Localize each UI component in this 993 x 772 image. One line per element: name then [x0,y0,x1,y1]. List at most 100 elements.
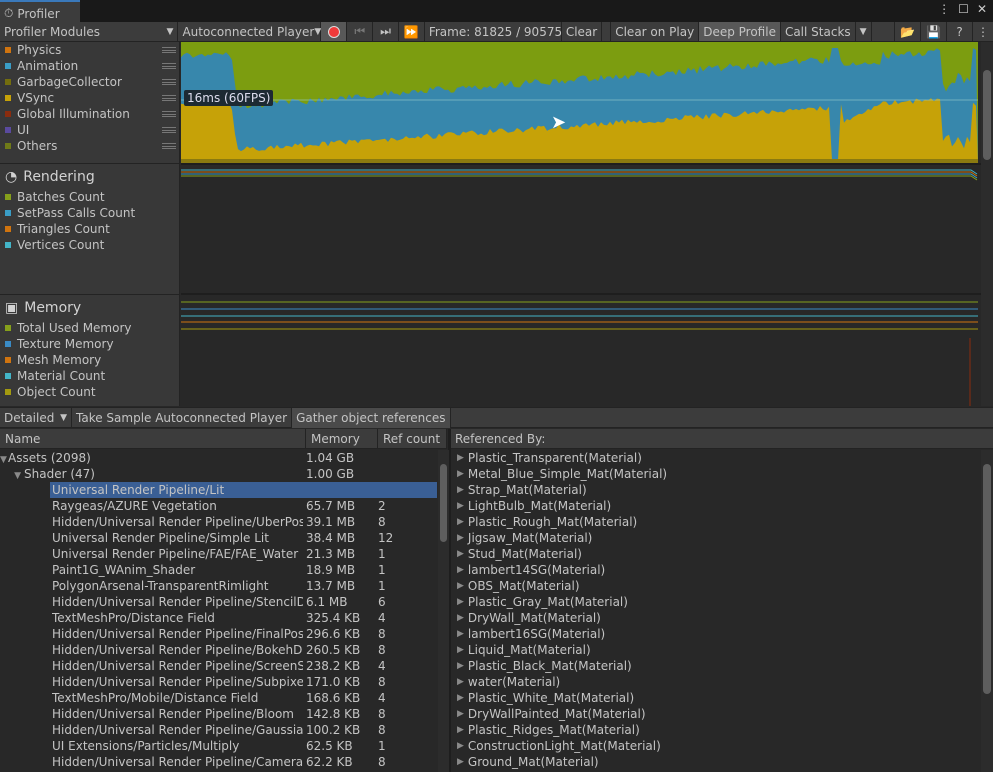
memory-module[interactable]: ▣ Memory Total Used Memory Texture Memory M… [0,296,180,406]
legend-item[interactable]: UI [0,122,180,138]
legend-item[interactable]: Batches Count [0,189,180,205]
refs-scrollbar[interactable] [981,450,993,772]
tree-scrollbar[interactable] [438,450,449,772]
legend-item[interactable]: Material Count [0,368,180,384]
table-row[interactable]: Raygeas/AZURE Vegetation 65.7 MB 2 [0,498,437,514]
call-stacks-dropdown[interactable]: ▼ [856,22,872,41]
table-row[interactable]: Hidden/Universal Render Pipeline/CameraM… [0,754,437,770]
reference-item[interactable]: ▶ DryWallPainted_Mat(Material) [457,706,646,722]
cpu-module[interactable]: Physics Animation GarbageCollector VSync Glo… [0,42,180,164]
column-memory[interactable]: Memory [306,429,378,449]
legend-item[interactable]: Others [0,138,180,154]
expand-arrow-icon[interactable]: ▶ [457,709,464,719]
reference-item[interactable]: ▶ ConstructionLight_Mat(Material) [457,738,661,754]
scroll-thumb[interactable] [440,464,447,542]
legend-item[interactable]: Texture Memory [0,336,180,352]
table-row[interactable]: Hidden/Universal Render Pipeline/Subpixe… [0,674,437,690]
legend-item[interactable]: SetPass Calls Count [0,205,180,221]
take-sample-button[interactable]: Take Sample Autoconnected Player [72,408,292,428]
table-row[interactable]: Hidden/Universal Render Pipeline/ScreenS… [0,658,437,674]
expand-arrow-icon[interactable]: ▶ [457,453,464,463]
table-row[interactable]: Hidden/Universal Render Pipeline/BokehDe… [0,642,437,658]
expand-arrow-icon[interactable]: ▶ [457,661,464,671]
reference-item[interactable]: ▶ Plastic_White_Mat(Material) [457,690,634,706]
legend-item[interactable]: Triangles Count [0,221,180,237]
table-row[interactable]: PolygonArsenal-TransparentRimlight 13.7 M… [0,578,437,594]
table-row[interactable]: UI Extensions/Particles/Multiply 62.5 KB 1 [0,738,437,754]
previous-frame-button[interactable]: ⏮ [347,22,373,41]
reference-item[interactable]: ▶ water(Material) [457,674,560,690]
reference-item[interactable]: ▶ Plastic_Black_Mat(Material) [457,658,632,674]
drag-handle-icon[interactable] [162,63,176,69]
clear-on-play-button[interactable]: Clear on Play [611,22,699,41]
scroll-thumb[interactable] [983,464,991,694]
legend-item[interactable]: Total Used Memory [0,320,180,336]
legend-item[interactable]: Physics [0,42,180,58]
expand-arrow-icon[interactable]: ▶ [457,549,464,559]
close-icon[interactable]: ✕ [977,2,987,16]
reference-item[interactable]: ▶ Metal_Blue_Simple_Mat(Material) [457,466,667,482]
table-row[interactable]: ▼ Shader (47) 1.00 GB [0,466,437,482]
reference-item[interactable]: ▶ lambert16SG(Material) [457,626,605,642]
reference-item[interactable]: ▶ Stud_Mat(Material) [457,546,582,562]
expand-arrow-icon[interactable]: ▶ [457,741,464,751]
expand-arrow-icon[interactable]: ▶ [457,485,464,495]
table-row[interactable]: Hidden/Universal Render Pipeline/Gaussia… [0,722,437,738]
table-row[interactable]: Universal Render Pipeline/Lit0.80 GB26 [0,482,437,498]
expand-arrow-icon[interactable]: ▶ [457,645,464,655]
record-button[interactable] [321,22,347,41]
maximize-icon[interactable]: ☐ [958,2,969,16]
load-button[interactable]: 📂 [895,22,921,41]
gather-references-toggle[interactable]: Gather object references [292,408,450,428]
table-row[interactable]: TextMeshPro/Mobile/Distance Field 168.6 K… [0,690,437,706]
reference-item[interactable]: ▶ Plastic_Rough_Mat(Material) [457,514,637,530]
expand-arrow-icon[interactable]: ▶ [457,469,464,479]
table-row[interactable]: ▼ Assets (2098) 1.04 GB [0,450,437,466]
rendering-module[interactable]: ◔ Rendering Batches Count SetPass Calls Co… [0,165,180,295]
help-button[interactable]: ? [947,22,973,41]
reference-item[interactable]: ▶ Strap_Mat(Material) [457,482,587,498]
more-icon[interactable]: ⋮ [938,2,950,16]
tab-profiler[interactable]: ⏱ Profiler [0,0,80,22]
profiler-modules-dropdown[interactable]: Profiler Modules ▼ [0,22,178,41]
legend-item[interactable]: GarbageCollector [0,74,180,90]
drag-handle-icon[interactable] [162,143,176,149]
column-ref-count[interactable]: Ref count [378,429,447,449]
expand-arrow-icon[interactable]: ▶ [457,597,464,607]
column-name[interactable]: Name [0,429,306,449]
legend-item[interactable]: Mesh Memory [0,352,180,368]
table-row[interactable]: Hidden/Universal Render Pipeline/FinalPo… [0,626,437,642]
reference-item[interactable]: ▶ Liquid_Mat(Material) [457,642,591,658]
charts-scrollbar[interactable] [981,42,993,406]
table-row[interactable]: Universal Render Pipeline/FAE/FAE_Water 2… [0,546,437,562]
reference-item[interactable]: ▶ lambert14SG(Material) [457,562,605,578]
expand-arrow-icon[interactable]: ▼ [0,455,7,465]
expand-arrow-icon[interactable]: ▶ [457,501,464,511]
reference-item[interactable]: ▶ LightBulb_Mat(Material) [457,498,611,514]
reference-item[interactable]: ▶ Plastic_Ridges_Mat(Material) [457,722,640,738]
expand-arrow-icon[interactable]: ▶ [457,581,464,591]
call-stacks-button[interactable]: Call Stacks [781,22,856,41]
expand-arrow-icon[interactable]: ▶ [457,613,464,623]
legend-item[interactable]: Animation [0,58,180,74]
reference-item[interactable]: ▶ Plastic_Transparent(Material) [457,450,642,466]
table-row[interactable]: Paint1G_WAnim_Shader 18.9 MB 1 [0,562,437,578]
drag-handle-icon[interactable] [162,47,176,53]
legend-item[interactable]: VSync [0,90,180,106]
legend-item[interactable]: Object Count [0,384,180,400]
table-row[interactable]: Hidden/Universal Render Pipeline/Stencil… [0,594,437,610]
reference-item[interactable]: ▶ OBS_Mat(Material) [457,578,580,594]
expand-arrow-icon[interactable]: ▶ [457,533,464,543]
expand-arrow-icon[interactable]: ▶ [457,565,464,575]
table-row[interactable]: Hidden/Universal Render Pipeline/UberPos… [0,514,437,530]
current-frame-button[interactable]: ⏩ [399,22,425,41]
drag-handle-icon[interactable] [162,127,176,133]
legend-item[interactable]: Global Illumination [0,106,180,122]
save-button[interactable]: 💾 [921,22,947,41]
reference-item[interactable]: ▶ Plastic_Gray_Mat(Material) [457,594,628,610]
profiler-charts[interactable] [181,42,981,406]
legend-item[interactable]: Vertices Count [0,237,180,253]
charts-area[interactable]: 16ms (60FPS) ➤ [181,42,981,406]
view-mode-dropdown[interactable]: Detailed ▼ [0,408,72,428]
reference-item[interactable]: ▶ Ground_Mat(Material) [457,754,599,770]
